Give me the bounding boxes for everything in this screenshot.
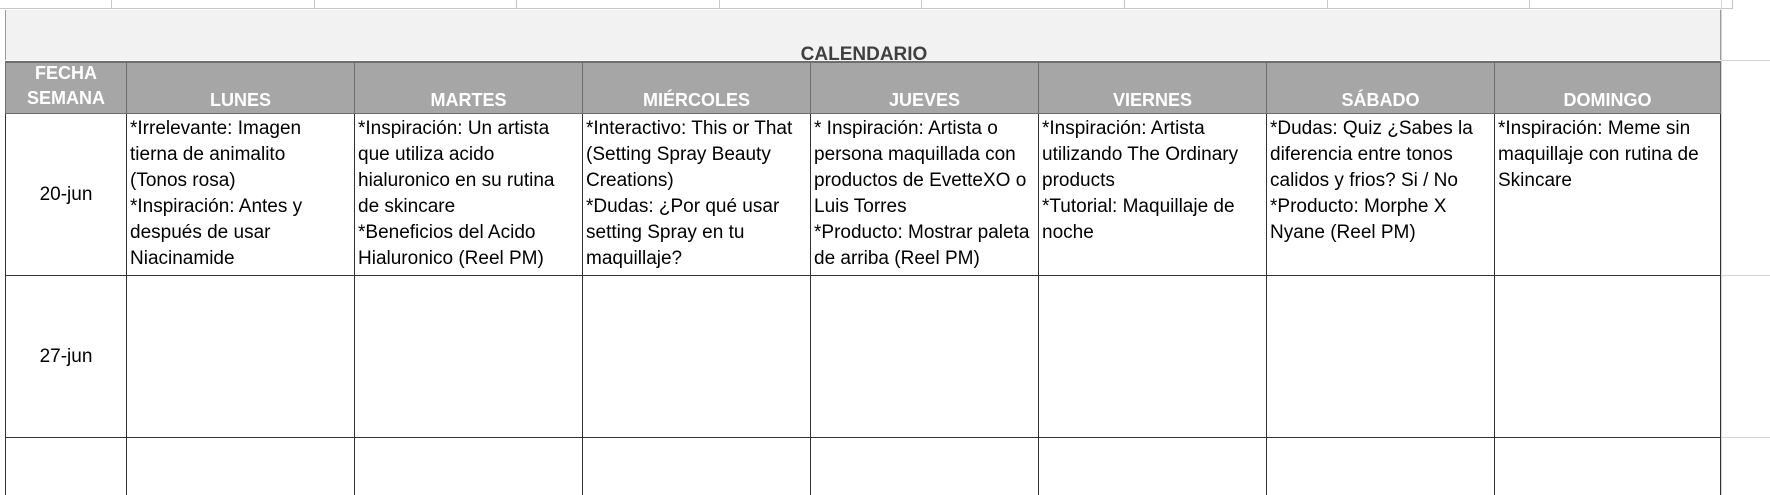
previous-row-cell[interactable]	[720, 0, 922, 9]
day-cell-miercoles[interactable]	[582, 438, 810, 495]
previous-row-cell[interactable]	[112, 0, 315, 9]
previous-row-cell[interactable]	[315, 0, 517, 9]
week-date-cell[interactable]: 20-jun	[5, 114, 126, 276]
previous-row-cell[interactable]	[922, 0, 1125, 9]
day-cell-lunes[interactable]: *Irrelevante: Imagen tierna de animalito…	[126, 114, 354, 276]
header-sabado[interactable]: SÁBADO	[1266, 61, 1494, 114]
gridline	[1721, 0, 1722, 495]
previous-row-cell[interactable]	[517, 0, 720, 9]
day-cell-jueves[interactable]	[810, 276, 1038, 438]
day-cell-sabado[interactable]: *Dudas: Quiz ¿Sabes la diferencia entre …	[1266, 114, 1494, 276]
day-cell-jueves[interactable]	[810, 438, 1038, 495]
day-cell-lunes[interactable]	[126, 438, 354, 495]
header-label: LUNES	[209, 90, 271, 110]
previous-row-cell[interactable]	[0, 0, 112, 9]
gridline	[1721, 60, 1770, 61]
day-cell-domingo[interactable]	[1494, 276, 1721, 438]
header-label: JUEVES	[888, 90, 961, 110]
header-label: MIÉRCOLES	[642, 90, 750, 110]
header-miercoles[interactable]: MIÉRCOLES	[582, 61, 810, 114]
week-date: 20-jun	[39, 183, 93, 205]
day-cell-domingo[interactable]	[1494, 438, 1721, 495]
day-cell-miercoles[interactable]: *Interactivo: This or That (Setting Spra…	[582, 114, 810, 276]
day-cell-domingo[interactable]: *Inspiración: Meme sin maquillaje con ru…	[1494, 114, 1721, 276]
header-jueves[interactable]: JUEVES	[810, 61, 1038, 114]
previous-row-cell[interactable]	[1125, 0, 1328, 9]
header-label: SÁBADO	[1341, 90, 1420, 110]
day-cell-miercoles[interactable]	[582, 276, 810, 438]
gridline	[1721, 437, 1770, 438]
day-cell-viernes[interactable]: *Inspiración: Artista utilizando The Ord…	[1038, 114, 1266, 276]
header-label: VIERNES	[1112, 90, 1193, 110]
week-date: 27-jun	[39, 345, 93, 367]
table-right-border	[1720, 114, 1721, 495]
header-martes[interactable]: MARTES	[354, 61, 582, 114]
day-cell-martes[interactable]: *Inspiración: Un artista que utiliza aci…	[354, 114, 582, 276]
header-fecha-semana[interactable]: FECHA SEMANA	[5, 61, 126, 114]
header-label: MARTES	[430, 90, 507, 110]
day-cell-martes[interactable]	[354, 438, 582, 495]
day-cell-martes[interactable]	[354, 276, 582, 438]
day-cell-viernes[interactable]	[1038, 276, 1266, 438]
previous-row-cell[interactable]	[1530, 0, 1733, 9]
week-date-cell[interactable]	[5, 438, 126, 495]
day-cell-sabado[interactable]	[1266, 438, 1494, 495]
header-lunes[interactable]: LUNES	[126, 61, 354, 114]
gridline	[1721, 275, 1770, 276]
day-cell-sabado[interactable]	[1266, 276, 1494, 438]
week-date-cell[interactable]: 27-jun	[5, 276, 126, 438]
title-row[interactable]: CALENDARIO	[5, 10, 1721, 65]
day-cell-viernes[interactable]	[1038, 438, 1266, 495]
header-domingo[interactable]: DOMINGO	[1494, 61, 1721, 114]
previous-row-cell[interactable]	[1328, 0, 1530, 9]
day-cell-lunes[interactable]	[126, 276, 354, 438]
day-cell-jueves[interactable]: * Inspiración: Artista o persona maquill…	[810, 114, 1038, 276]
previous-row-strip	[0, 0, 1770, 10]
header-label: FECHA SEMANA	[26, 63, 105, 108]
header-viernes[interactable]: VIERNES	[1038, 61, 1266, 114]
header-label: DOMINGO	[1563, 90, 1652, 110]
